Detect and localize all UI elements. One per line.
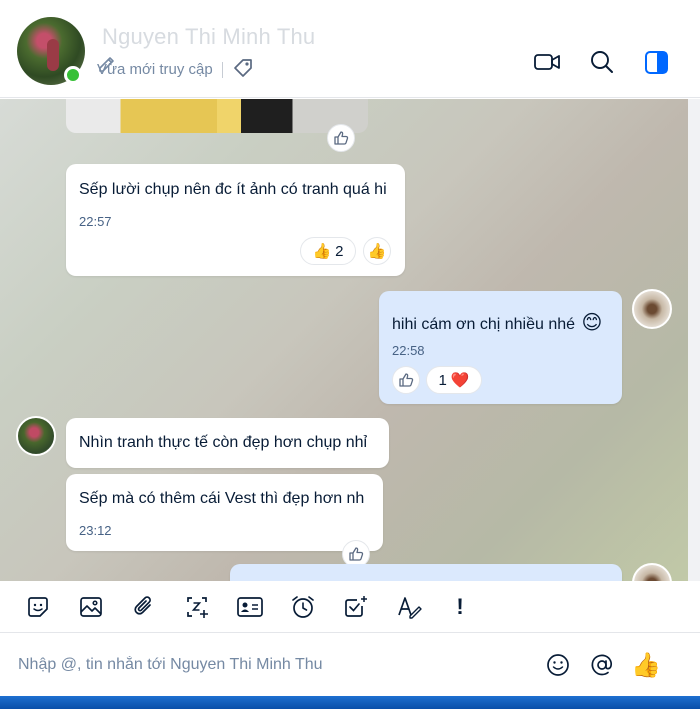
- message-time: 22:57: [79, 214, 112, 229]
- header-divider: [222, 62, 223, 78]
- message-bubble[interactable]: Sếp lười chụp nên đc ít ảnh có tranh quá…: [66, 164, 405, 276]
- screenshot-icon: [187, 597, 208, 618]
- image-icon: [80, 597, 102, 617]
- task-button[interactable]: [342, 593, 370, 621]
- message-text: Nhìn tranh thực tế còn đẹp hơn chụp nhỉ: [79, 434, 368, 451]
- quick-like-button[interactable]: 👍: [631, 651, 661, 679]
- reaction-emoji: 👍: [312, 243, 332, 260]
- last-seen-status: Vừa mới truy cập: [97, 61, 213, 78]
- composer: 👍: [0, 634, 700, 696]
- online-status-dot: [64, 66, 82, 84]
- emoji-icon: [547, 654, 569, 676]
- like-icon: [334, 131, 349, 145]
- like-icon: [399, 373, 414, 387]
- like-button[interactable]: [392, 366, 420, 394]
- chat-header: Nguyen Thi Minh Thu Vừa mới truy cập: [0, 0, 700, 98]
- video-call-icon[interactable]: [533, 50, 561, 74]
- reaction-count: 2: [335, 242, 344, 260]
- contact-card-button[interactable]: [236, 593, 264, 621]
- reaction-summary[interactable]: 👍 2: [300, 237, 356, 265]
- message-input[interactable]: [18, 650, 518, 680]
- contact-name[interactable]: Nguyen Thi Minh Thu: [102, 24, 315, 50]
- panel-toggle-icon[interactable]: [643, 49, 670, 76]
- mention-icon: [591, 654, 613, 676]
- contact-avatar-small[interactable]: [16, 416, 56, 456]
- reminder-icon: [292, 596, 314, 618]
- heart-emoji: ❤️: [450, 372, 470, 389]
- quick-react-button[interactable]: 👍: [363, 237, 391, 265]
- screenshot-button[interactable]: [183, 593, 211, 621]
- thumbs-up-icon: 👍: [367, 243, 387, 260]
- message-list-scrollbar[interactable]: [688, 99, 700, 581]
- message-bubble-mine[interactable]: hihi cám ơn chị nhiều nhé 😊 22:58 1 ❤️: [379, 291, 622, 404]
- message-text-content: hihi cám ơn chị nhiều nhé: [392, 316, 576, 333]
- sticker-button[interactable]: [24, 593, 52, 621]
- message-bubble[interactable]: Nhìn tranh thực tế còn đẹp hơn chụp nhỉ: [66, 418, 389, 468]
- text-format-button[interactable]: [395, 593, 423, 621]
- search-icon[interactable]: [589, 49, 615, 75]
- text-format-icon: [398, 597, 422, 619]
- sticker-icon: [28, 597, 48, 617]
- image-message[interactable]: [66, 99, 368, 133]
- tag-icon[interactable]: [232, 57, 254, 79]
- message-text: Sếp mà có thêm cái Vest thì đẹp hơn nh: [79, 490, 365, 507]
- message-time: 22:58: [392, 343, 425, 358]
- contact-card-icon: [237, 597, 263, 617]
- os-taskbar: [0, 696, 700, 709]
- smile-emoji: 😊: [581, 312, 603, 334]
- attachment-button[interactable]: [130, 593, 158, 621]
- task-icon: [345, 596, 367, 617]
- composer-toolbar: !: [0, 581, 700, 633]
- thumbs-up-icon: 👍: [631, 651, 661, 679]
- message-list[interactable]: Sếp lười chụp nên đc ít ảnh có tranh quá…: [0, 99, 688, 581]
- like-icon: [349, 547, 364, 561]
- message-bubble[interactable]: Sếp mà có thêm cái Vest thì đẹp hơn nh 2…: [66, 474, 383, 551]
- urgent-button[interactable]: !: [446, 593, 474, 621]
- reminder-button[interactable]: [289, 593, 317, 621]
- like-button[interactable]: [327, 124, 355, 152]
- reaction-summary[interactable]: 1 ❤️: [426, 366, 482, 394]
- message-text: Sếp lười chụp nên đc ít ảnh có tranh quá…: [79, 181, 387, 198]
- reaction-count: 1: [438, 371, 447, 389]
- emoji-button[interactable]: [544, 651, 572, 679]
- message-text: hihi cám ơn chị nhiều nhé 😊: [392, 310, 602, 335]
- mention-button[interactable]: [588, 651, 616, 679]
- urgent-icon: !: [456, 594, 464, 619]
- my-avatar[interactable]: [632, 563, 672, 581]
- my-avatar[interactable]: [632, 289, 672, 329]
- attachment-icon: [134, 596, 151, 615]
- image-button[interactable]: [77, 593, 105, 621]
- message-bubble-mine[interactable]: [230, 564, 622, 581]
- message-time: 23:12: [79, 523, 112, 538]
